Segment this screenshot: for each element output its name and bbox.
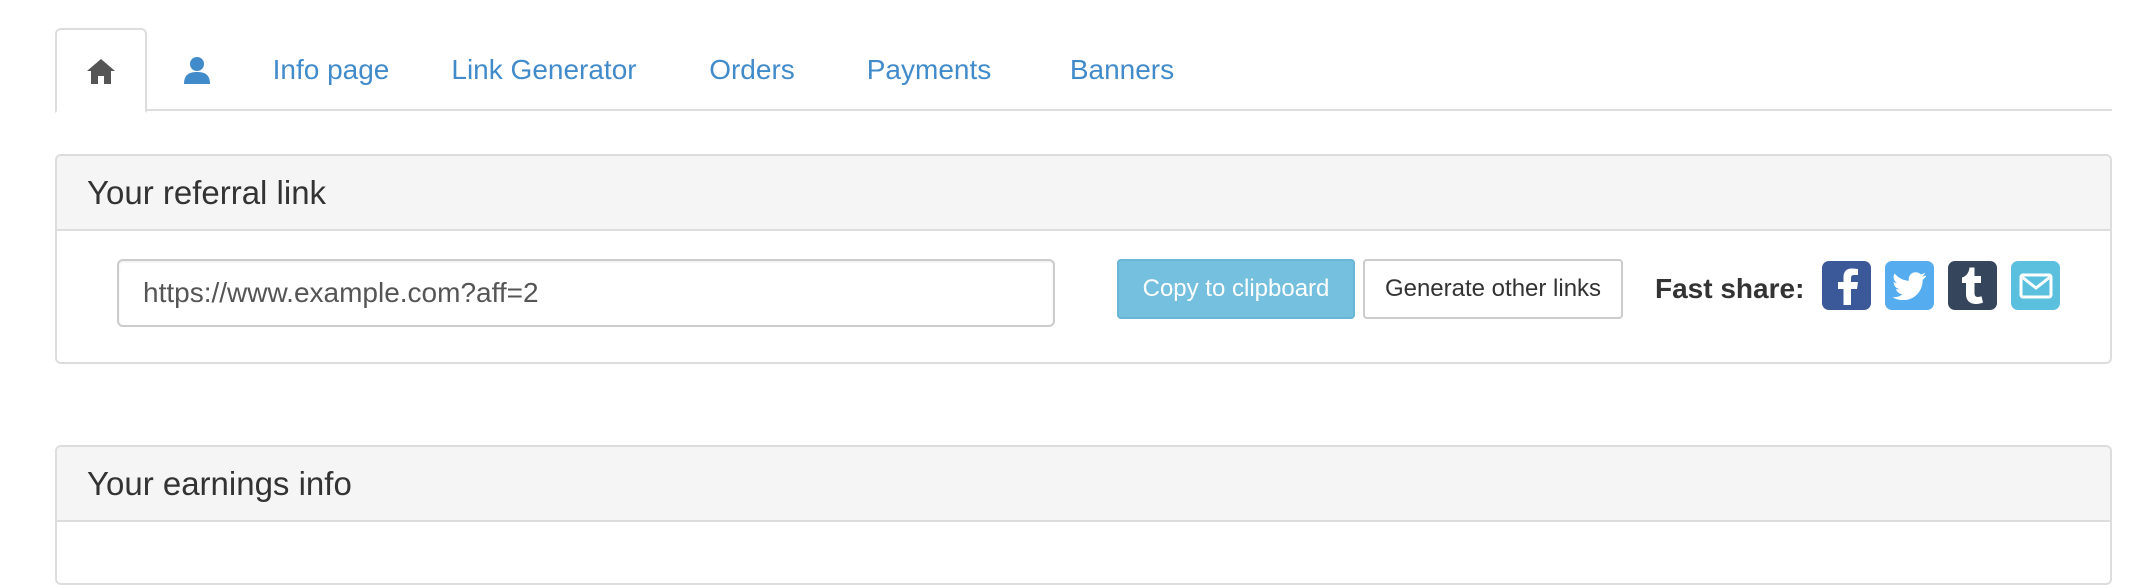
referral-link-input[interactable] [117,259,1055,327]
tab-payments[interactable]: Payments [831,28,1027,111]
tab-orders-label: Orders [709,53,795,85]
tab-payments-label: Payments [866,53,992,85]
referral-panel-heading: Your referral link [57,156,2110,231]
earnings-panel: Your earnings info [55,445,2112,585]
copy-to-clipboard-button[interactable]: Copy to clipboard [1117,259,1355,319]
tab-orders[interactable]: Orders [673,28,831,111]
fast-share-label: Fast share: [1655,273,1805,304]
nav-tabs: Info page Link Generator Orders Payments… [55,28,2112,113]
tab-home[interactable] [55,28,147,113]
tab-banners[interactable]: Banners [1027,28,1217,111]
earnings-panel-title: Your earnings info [87,464,352,502]
referral-panel: Your referral link Copy to clipboard Gen… [55,154,2112,364]
home-icon [86,57,116,85]
tab-info-page[interactable]: Info page [247,28,415,111]
email-icon[interactable] [2011,261,2060,310]
tab-link-generator-label: Link Generator [451,53,637,85]
generate-other-links-button[interactable]: Generate other links [1363,259,1623,319]
user-icon [182,55,212,85]
earnings-panel-heading: Your earnings info [57,447,2110,522]
tab-link-generator[interactable]: Link Generator [415,28,673,111]
tab-info-page-label: Info page [272,53,390,85]
referral-panel-title: Your referral link [87,173,327,211]
tumblr-icon[interactable] [1948,261,1997,310]
referral-panel-body: Copy to clipboard Generate other links F… [57,231,2110,362]
facebook-icon[interactable] [1822,261,1871,310]
tab-banners-label: Banners [1069,53,1175,85]
tab-profile[interactable] [147,28,247,111]
twitter-icon[interactable] [1885,261,1934,310]
